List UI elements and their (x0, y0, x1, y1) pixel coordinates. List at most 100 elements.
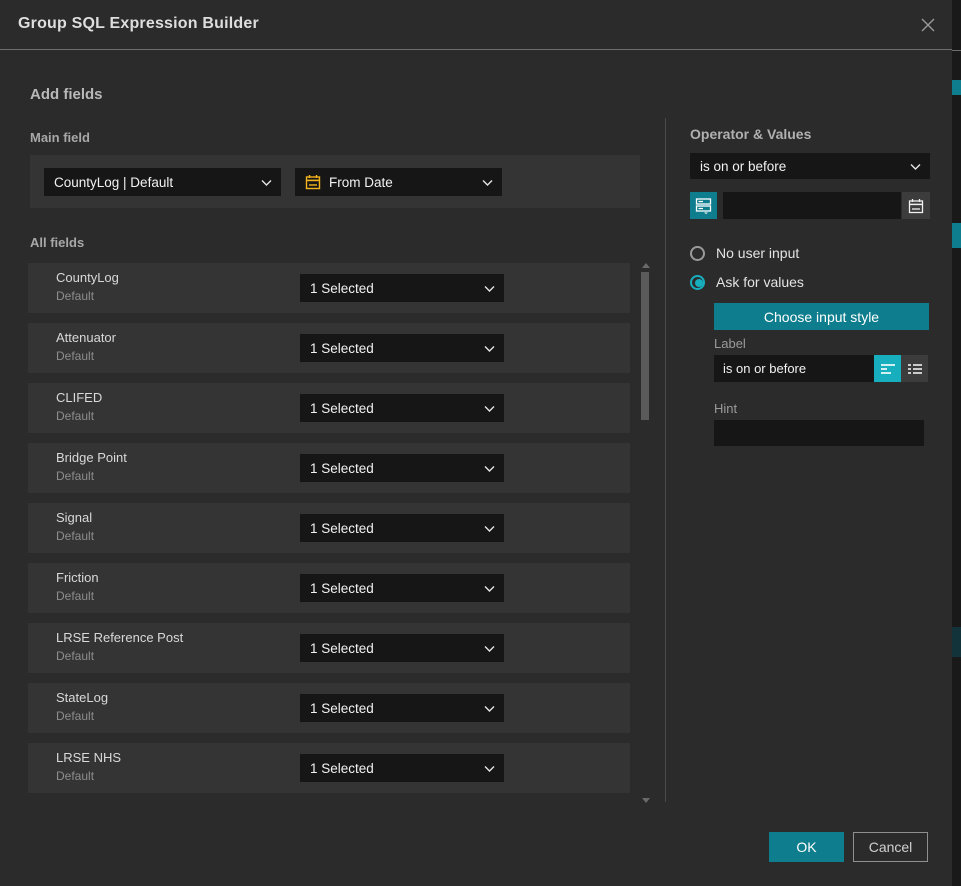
calendar-icon (305, 174, 321, 190)
ok-button[interactable]: OK (769, 832, 844, 862)
close-icon[interactable] (916, 13, 940, 37)
field-selected-value: 1 Selected (310, 281, 374, 296)
cancel-button[interactable]: Cancel (853, 832, 928, 862)
hint-input[interactable] (714, 420, 924, 446)
label-input[interactable] (714, 355, 874, 382)
dialog-titlebar: Group SQL Expression Builder (0, 0, 952, 50)
field-row: StateLog Default 1 Selected (28, 683, 630, 733)
chevron-down-icon (484, 341, 495, 356)
main-field-select[interactable]: From Date (295, 168, 502, 196)
field-sublabel: Default (56, 769, 94, 783)
field-sublabel: Default (56, 649, 94, 663)
date-value-input[interactable] (723, 192, 901, 219)
field-selected-dropdown[interactable]: 1 Selected (300, 334, 504, 362)
field-row: CLIFED Default 1 Selected (28, 383, 630, 433)
field-sublabel: Default (56, 289, 94, 303)
field-selected-dropdown[interactable]: 1 Selected (300, 574, 504, 602)
scrollbar-thumb[interactable] (641, 272, 649, 420)
input-type-stack-icon[interactable] (690, 192, 717, 219)
field-selected-dropdown[interactable]: 1 Selected (300, 454, 504, 482)
edge-accent-fragment (952, 627, 961, 657)
chevron-down-icon (484, 701, 495, 716)
value-input-row (690, 192, 930, 219)
field-sublabel: Default (56, 469, 94, 483)
chevron-down-icon (482, 175, 493, 190)
field-row: LRSE NHS Default 1 Selected (28, 743, 630, 793)
operator-select[interactable]: is on or before (690, 153, 930, 179)
operator-values-heading: Operator & Values (690, 126, 811, 142)
scroll-down-icon[interactable] (642, 798, 650, 803)
background-app-edge (952, 0, 961, 886)
chevron-down-icon (910, 159, 921, 174)
list-scrollbar[interactable] (640, 263, 651, 803)
field-selected-value: 1 Selected (310, 461, 374, 476)
field-selected-dropdown[interactable]: 1 Selected (300, 694, 504, 722)
field-sublabel: Default (56, 349, 94, 363)
choose-input-style-button[interactable]: Choose input style (714, 303, 929, 330)
section-divider (665, 118, 666, 802)
field-row: CountyLog Default 1 Selected (28, 263, 630, 313)
field-selected-value: 1 Selected (310, 761, 374, 776)
field-selected-dropdown[interactable]: 1 Selected (300, 754, 504, 782)
radio-ask-for-values-label: Ask for values (716, 274, 804, 290)
field-selected-value: 1 Selected (310, 341, 374, 356)
chevron-down-icon (484, 521, 495, 536)
field-name: StateLog (56, 690, 108, 705)
field-selected-dropdown[interactable]: 1 Selected (300, 634, 504, 662)
radio-no-user-input-label: No user input (716, 245, 799, 261)
chevron-down-icon (261, 175, 272, 190)
field-selected-value: 1 Selected (310, 401, 374, 416)
dialog-title: Group SQL Expression Builder (18, 15, 259, 33)
label-field-label: Label (714, 336, 746, 351)
radio-circle[interactable] (690, 246, 705, 261)
main-field-label: Main field (30, 130, 90, 145)
edge-accent-fragment (952, 80, 961, 95)
field-row: Friction Default 1 Selected (28, 563, 630, 613)
field-row: Attenuator Default 1 Selected (28, 323, 630, 373)
field-name: Attenuator (56, 330, 116, 345)
edge-accent-fragment (952, 223, 961, 248)
single-line-input-icon[interactable] (874, 355, 901, 382)
multi-line-list-icon[interactable] (901, 355, 928, 382)
radio-no-user-input[interactable]: No user input (690, 245, 799, 261)
edge-divider (952, 50, 961, 51)
layer-select[interactable]: CountyLog | Default (44, 168, 281, 196)
operator-select-value: is on or before (700, 159, 786, 174)
field-row: Bridge Point Default 1 Selected (28, 443, 630, 493)
field-row: LRSE Reference Post Default 1 Selected (28, 623, 630, 673)
field-sublabel: Default (56, 529, 94, 543)
chevron-down-icon (484, 581, 495, 596)
layer-select-value: CountyLog | Default (54, 175, 173, 190)
scroll-up-icon[interactable] (642, 263, 650, 268)
field-selected-dropdown[interactable]: 1 Selected (300, 514, 504, 542)
field-sublabel: Default (56, 409, 94, 423)
field-selected-value: 1 Selected (310, 641, 374, 656)
main-field-panel: CountyLog | Default From Date (30, 155, 640, 208)
field-sublabel: Default (56, 589, 94, 603)
chevron-down-icon (484, 461, 495, 476)
field-row: Signal Default 1 Selected (28, 503, 630, 553)
field-sublabel: Default (56, 709, 94, 723)
field-name: Signal (56, 510, 92, 525)
group-sql-expression-builder-dialog: Group SQL Expression Builder Add fields … (0, 0, 952, 886)
field-selected-value: 1 Selected (310, 521, 374, 536)
field-name: LRSE Reference Post (56, 630, 183, 645)
chevron-down-icon (484, 401, 495, 416)
field-name: CLIFED (56, 390, 102, 405)
calendar-icon[interactable] (902, 192, 930, 219)
main-field-select-value: From Date (329, 175, 393, 190)
field-selected-dropdown[interactable]: 1 Selected (300, 274, 504, 302)
field-selected-dropdown[interactable]: 1 Selected (300, 394, 504, 422)
hint-field-label: Hint (714, 401, 737, 416)
field-name: Bridge Point (56, 450, 127, 465)
field-selected-value: 1 Selected (310, 701, 374, 716)
radio-ask-for-values[interactable]: Ask for values (690, 274, 804, 290)
chevron-down-icon (484, 281, 495, 296)
field-name: LRSE NHS (56, 750, 121, 765)
field-name: Friction (56, 570, 99, 585)
radio-circle-selected[interactable] (690, 275, 705, 290)
field-name: CountyLog (56, 270, 119, 285)
add-fields-heading: Add fields (30, 86, 103, 103)
field-selected-value: 1 Selected (310, 581, 374, 596)
chevron-down-icon (484, 641, 495, 656)
